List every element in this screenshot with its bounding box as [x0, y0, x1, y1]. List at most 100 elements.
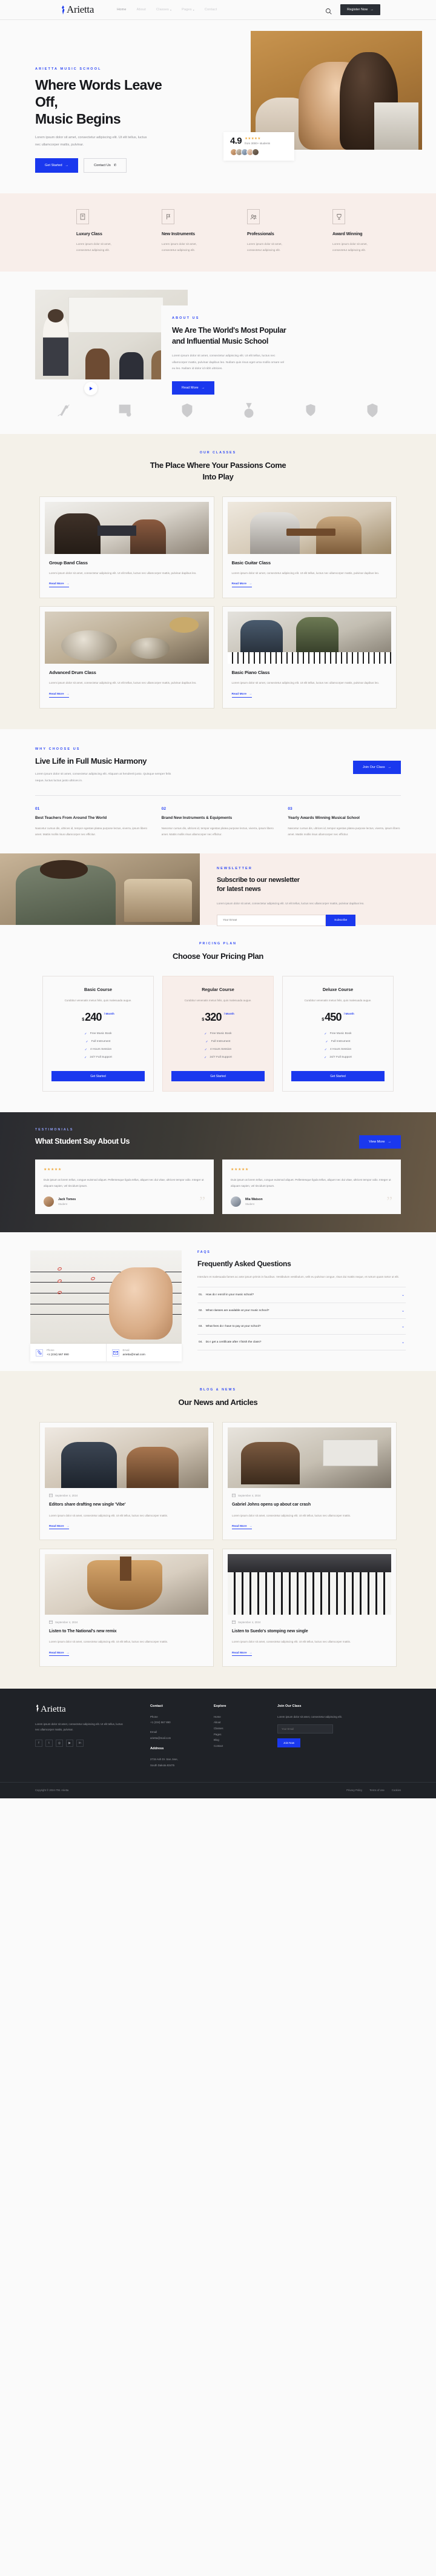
contact-phone[interactable]: Phone +1 (234) 567 890	[30, 1344, 106, 1361]
check-icon: ✓	[84, 1055, 87, 1059]
class-card[interactable]: Basic Piano Class Lorem ipsum dolor sit …	[222, 606, 397, 709]
feature-title: New Instruments	[162, 232, 195, 237]
newsletter-email-input[interactable]	[217, 914, 326, 926]
avatar	[231, 1196, 241, 1207]
class-image	[45, 612, 209, 664]
newsletter-subscribe-button[interactable]: Subscribe	[326, 914, 356, 926]
plan-price: $ 240 / Month	[51, 1011, 145, 1024]
get-started-button[interactable]: Get Started →	[35, 158, 79, 173]
chevron-down-icon[interactable]: ⌄	[401, 1309, 405, 1313]
class-card[interactable]: Group Band Class Lorem ipsum dolor sit a…	[39, 496, 214, 599]
nav-item-about[interactable]: About	[137, 8, 146, 12]
check-icon: ✓	[204, 1047, 207, 1052]
class-card[interactable]: Basic Guitar Class Lorem ipsum dolor sit…	[222, 496, 397, 599]
class-read-more-link[interactable]: Read More →	[49, 693, 70, 698]
faq-item[interactable]: 03. What fees do I have to pay at your s…	[197, 1319, 406, 1335]
faq-section: Phone +1 (234) 567 890 Email arietta@mai…	[0, 1232, 436, 1372]
arrow-right-icon: →	[388, 766, 392, 770]
feature-item-new-instruments: New Instruments Lorem ipsum dolor sit am…	[162, 209, 247, 253]
play-video-button[interactable]	[84, 381, 97, 395]
faq-item[interactable]: 01. How do I enroll in your music school…	[197, 1287, 406, 1304]
blog-image	[45, 1427, 208, 1489]
blog-read-more-link[interactable]: Read More →	[232, 1652, 253, 1657]
calendar-icon	[49, 1620, 53, 1624]
currency: $	[322, 1017, 325, 1022]
period: / Month	[104, 1012, 114, 1016]
arrow-right-icon: →	[66, 1651, 70, 1655]
blog-card[interactable]: September 4, 2024 Listen to The National…	[39, 1548, 214, 1667]
button-label: Get Started	[45, 164, 62, 168]
class-read-more-link[interactable]: Read More →	[231, 693, 252, 698]
feature-desc: Lorem ipsum dolor sit amet, consectetur …	[332, 242, 368, 252]
link-label: Read More	[232, 1524, 247, 1528]
footer-link-pages[interactable]: Pages	[214, 1732, 277, 1738]
faq-item[interactable]: 04. Do I get a certificate after I finis…	[197, 1335, 406, 1351]
footer-logo-text: Arietta	[41, 1704, 66, 1715]
instagram-icon[interactable]: ◎	[56, 1740, 63, 1747]
nav-item-home[interactable]: Home	[117, 8, 126, 12]
contact-us-button[interactable]: Contact Us ✆	[84, 158, 127, 173]
chevron-down-icon[interactable]: ⌄	[401, 1340, 405, 1344]
blog-read-more-link[interactable]: Read More →	[49, 1651, 70, 1657]
medal-icon	[240, 401, 258, 419]
footer-email-input[interactable]	[277, 1724, 333, 1734]
blog-read-more-link[interactable]: Read More →	[232, 1524, 253, 1530]
nav-label: Pages	[182, 8, 192, 12]
register-now-button[interactable]: Register Now →	[340, 4, 380, 15]
twitter-icon[interactable]: t	[45, 1740, 53, 1747]
avatar	[44, 1196, 54, 1207]
plan-feature: ✓ 24/7 Full Support	[324, 1055, 352, 1059]
blog-read-more-link[interactable]: Read More →	[49, 1525, 70, 1530]
about-read-more-button[interactable]: Read More →	[172, 381, 215, 395]
plan-feature: ✓ Full Instrument	[85, 1039, 111, 1044]
youtube-icon[interactable]: ▶	[66, 1740, 73, 1747]
star-rating-icon: ★★★★★	[245, 137, 261, 141]
class-read-more-link[interactable]: Read More →	[231, 582, 252, 587]
pricing-card-basic: Basic Course Curabitur venenatis metus f…	[42, 975, 154, 1092]
class-title: Basic Guitar Class	[231, 559, 271, 566]
join-our-class-button[interactable]: Join Our Class →	[352, 761, 401, 775]
footer-privacy-policy-link[interactable]: Privacy Policy	[346, 1789, 362, 1792]
footer-link-contact[interactable]: Contact	[214, 1743, 277, 1749]
plan-get-started-button[interactable]: Get Started	[51, 1071, 145, 1082]
facebook-icon[interactable]: f	[35, 1740, 42, 1747]
pricing-title: Choose Your Pricing Plan	[172, 951, 264, 961]
footer-link-about[interactable]: About	[214, 1720, 277, 1726]
class-card[interactable]: Advanced Drum Class Lorem ipsum dolor si…	[39, 606, 214, 709]
footer-cookies-link[interactable]: Cookies	[392, 1789, 401, 1792]
footer-copyright: Copyright © 2024 ITM. Arietta	[35, 1789, 69, 1792]
chevron-down-icon[interactable]: ⌄	[401, 1324, 405, 1329]
blog-card[interactable]: September 4, 2024 Gabriel Johns opens up…	[222, 1422, 397, 1540]
class-read-more-link[interactable]: Read More →	[49, 582, 70, 587]
nav-item-classes[interactable]: Classes ▾	[156, 8, 171, 12]
chevron-down-icon[interactable]: ⌄	[401, 1293, 405, 1297]
footer-link-blog[interactable]: Blog	[214, 1737, 277, 1743]
newsletter-section: NEWSLETTER Subscribe to our newsletter f…	[0, 853, 436, 926]
contact-email[interactable]: Email arietta@mail.com	[105, 1344, 182, 1362]
blog-card[interactable]: September 4, 2024 Editors share drafting…	[39, 1422, 214, 1540]
footer-join-now-button[interactable]: Join Now	[277, 1738, 301, 1748]
logo[interactable]: Arietta	[61, 4, 94, 16]
blog-card[interactable]: September 4, 2024 Listen to Suedo's stom…	[222, 1548, 397, 1667]
plan-get-started-button[interactable]: Get Started	[171, 1071, 265, 1082]
footer-link-home[interactable]: Home	[214, 1714, 277, 1720]
trophy-icon	[332, 209, 345, 225]
logo-mark-icon	[35, 1704, 40, 1715]
footer-terms-of-use-link[interactable]: Terms of Use	[369, 1789, 385, 1792]
newsletter-form: Subscribe	[217, 914, 418, 926]
linkedin-icon[interactable]: in	[76, 1740, 84, 1747]
faq-item[interactable]: 02. What classes are available at your m…	[197, 1303, 406, 1320]
main-nav: Home About Classes ▾ Pages ▾ Contact	[117, 8, 217, 12]
search-icon[interactable]	[325, 7, 332, 15]
view-more-button[interactable]: View More →	[359, 1135, 401, 1149]
footer-link-classes[interactable]: Classes	[214, 1726, 277, 1732]
nav-item-contact[interactable]: Contact	[205, 8, 217, 12]
feature-item-luxury-class: Luxury Class Lorem ipsum dolor sit amet,…	[76, 209, 162, 253]
faq-question: Do I get a certificate after I finish th…	[205, 1341, 262, 1344]
plan-get-started-button[interactable]: Get Started	[291, 1071, 385, 1082]
divider	[35, 795, 401, 796]
arrow-right-icon: →	[249, 582, 252, 586]
award-badge-icon-3	[302, 401, 320, 419]
class-desc: Lorem ipsum dolor sit amet, consectetur …	[231, 571, 380, 575]
nav-item-pages[interactable]: Pages ▾	[182, 8, 194, 12]
